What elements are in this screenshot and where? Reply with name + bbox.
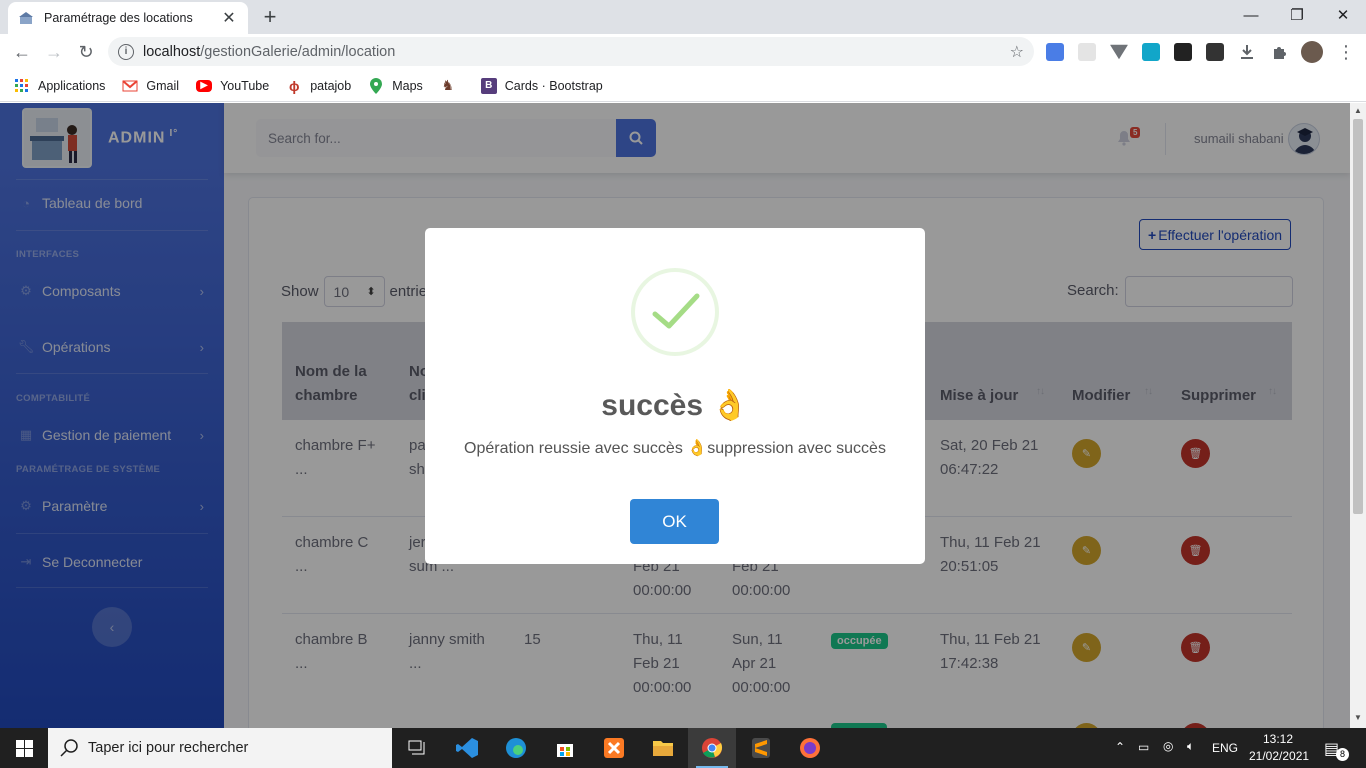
ok-button[interactable]: OK: [630, 499, 719, 544]
bookmark-label: Cards · Bootstrap: [504, 78, 603, 93]
bookmark-label: YouTube: [220, 78, 270, 93]
chrome-icon[interactable]: [688, 728, 736, 768]
clock-date[interactable]: 21/02/2021: [1249, 749, 1309, 763]
sync-extension-icon[interactable]: [1142, 43, 1160, 61]
edge-icon[interactable]: [492, 728, 540, 768]
chrome-menu-icon[interactable]: ⋮: [1334, 40, 1358, 64]
bookmark-maps[interactable]: Maps: [368, 77, 423, 94]
bookmarks-bar: Applications Gmail ▶ YouTube ɸ patajob Map…: [0, 70, 1366, 102]
bookmark-star-icon[interactable]: ☆: [1010, 42, 1024, 62]
success-modal: succès 👌 Opération reussie avec succès 👌…: [425, 228, 925, 564]
search-icon: [60, 739, 78, 757]
windows-taskbar: Taper ici pour rechercher ⌃ ▭ ◎ 🔈︎ ENG 1…: [0, 728, 1366, 768]
bootstrap-icon: B: [480, 77, 497, 94]
network-icon[interactable]: ◎: [1163, 739, 1173, 753]
vscode-icon[interactable]: [443, 728, 491, 768]
volume-icon[interactable]: 🔈︎: [1187, 739, 1194, 754]
tab-close-icon[interactable]: ✕: [220, 8, 238, 28]
cb-extension-icon[interactable]: [1206, 43, 1224, 61]
new-tab-icon[interactable]: +: [258, 4, 282, 30]
bookmark-label: patajob: [310, 78, 352, 93]
action-center-badge: 8: [1336, 748, 1349, 761]
clock-time[interactable]: 13:12: [1263, 732, 1293, 746]
download-icon[interactable]: [1238, 43, 1256, 61]
sublime-text-icon[interactable]: [737, 728, 785, 768]
tray-chevron-icon[interactable]: ⌃: [1115, 740, 1125, 754]
tab-title: Paramétrage des locations: [44, 11, 193, 25]
vue-devtools-icon[interactable]: [1110, 44, 1128, 60]
start-button[interactable]: [0, 728, 48, 768]
taskbar-search-placeholder: Taper ici pour rechercher: [88, 740, 249, 756]
scrollbar-thumb[interactable]: [1353, 119, 1363, 514]
windows-logo-icon: [15, 739, 33, 757]
bookmark-patajob[interactable]: ɸ patajob: [286, 78, 351, 94]
reload-icon[interactable]: ↻: [74, 40, 98, 64]
bookmark-figure[interactable]: ♞: [440, 77, 464, 94]
xampp-icon[interactable]: [590, 728, 638, 768]
puzzle-extensions-icon[interactable]: [1270, 43, 1288, 61]
scroll-down-icon[interactable]: ▼: [1354, 713, 1362, 722]
close-window-icon[interactable]: ✕: [1320, 0, 1366, 30]
bookmark-bootstrap[interactable]: B Cards · Bootstrap: [480, 77, 603, 94]
page-viewport: ADMIN I° ◔ Tableau de bord INTERFACES ⚙ Com…: [0, 103, 1350, 728]
forward-icon[interactable]: →: [42, 40, 66, 64]
reader-extension-icon[interactable]: [1174, 43, 1192, 61]
youtube-icon: ▶: [196, 79, 213, 92]
patajob-icon: ɸ: [288, 77, 300, 94]
browser-toolbar: ← → ↻ i localhost/gestionGalerie/admin/l…: [0, 34, 1366, 70]
modal-message: Opération reussie avec succès 👌suppressi…: [464, 440, 886, 457]
file-explorer-icon[interactable]: [639, 728, 687, 768]
page-scrollbar[interactable]: ▲ ▼: [1350, 103, 1366, 728]
browser-tab[interactable]: Paramétrage des locations ✕: [8, 2, 248, 34]
bookmark-label: Applications: [38, 78, 106, 93]
extension-icon[interactable]: [1078, 43, 1096, 61]
battery-icon[interactable]: ▭: [1138, 740, 1149, 754]
bookmark-youtube[interactable]: ▶ YouTube: [196, 79, 269, 93]
gmail-icon: [122, 78, 139, 94]
bookmark-applications[interactable]: Applications: [14, 78, 105, 94]
restore-icon[interactable]: ❐: [1274, 0, 1320, 30]
modal-title: succès 👌: [601, 389, 749, 422]
translate-extension-icon[interactable]: [1046, 43, 1064, 61]
bookmark-figure-icon: ♞: [441, 77, 455, 93]
browser-tabstrip: Paramétrage des locations ✕ + — ❐ ✕: [0, 0, 1366, 34]
taskbar-search-input[interactable]: Taper ici pour rechercher: [48, 728, 392, 768]
bookmark-gmail[interactable]: Gmail: [122, 78, 179, 94]
address-bar[interactable]: i localhost/gestionGalerie/admin/locatio…: [108, 37, 1034, 66]
url-path: /gestionGalerie/admin/location: [200, 43, 396, 60]
minimize-icon[interactable]: —: [1228, 0, 1274, 30]
firefox-icon[interactable]: [786, 728, 834, 768]
apps-grid-icon: [14, 78, 30, 94]
scroll-up-icon[interactable]: ▲: [1354, 106, 1362, 115]
bookmark-label: Maps: [392, 78, 423, 93]
bookmark-label: Gmail: [146, 78, 180, 93]
success-check-icon: [631, 268, 719, 356]
site-info-icon[interactable]: i: [118, 43, 134, 60]
maps-icon: [368, 77, 384, 94]
task-view-icon[interactable]: [394, 728, 442, 768]
back-icon[interactable]: ←: [10, 40, 34, 64]
url-host: localhost: [143, 43, 201, 60]
language-indicator[interactable]: ENG: [1212, 741, 1238, 755]
store-icon[interactable]: [541, 728, 589, 768]
site-favicon-icon: [19, 12, 33, 24]
profile-avatar[interactable]: [1301, 41, 1323, 63]
